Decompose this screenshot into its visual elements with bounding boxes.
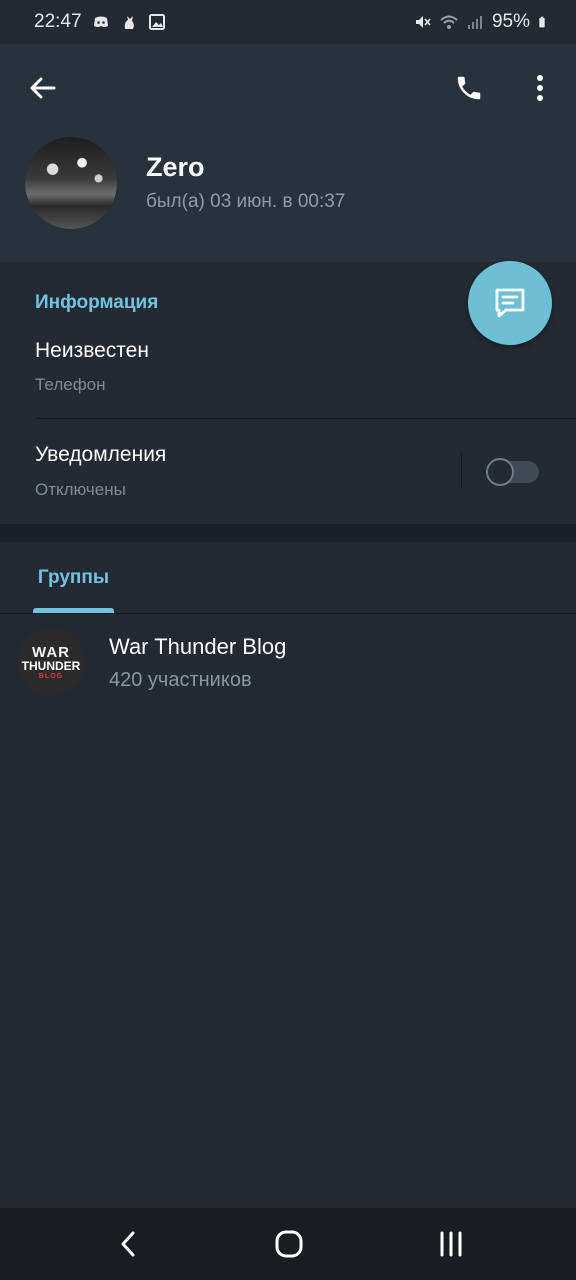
group-avatar: WAR THUNDER BLOG bbox=[17, 628, 85, 696]
navigation-bar bbox=[0, 1208, 576, 1280]
status-left: 22:47 bbox=[34, 11, 166, 33]
phone-icon bbox=[457, 76, 481, 100]
discord-icon bbox=[93, 16, 108, 27]
nav-recents-icon bbox=[440, 1231, 462, 1257]
profile-header: Zero был(а) 03 июн. в 00:37 bbox=[0, 44, 576, 345]
phone-value: Неизвестен bbox=[35, 339, 149, 362]
status-time: 22:47 bbox=[34, 11, 82, 32]
tab-groups[interactable]: Группы bbox=[33, 542, 114, 613]
notifications-title: Уведомления bbox=[35, 443, 167, 466]
wifi-icon bbox=[440, 15, 458, 29]
section-separator bbox=[0, 524, 576, 542]
toggle-knob bbox=[486, 458, 514, 486]
nav-home-button[interactable] bbox=[267, 1222, 311, 1266]
groups-section: Группы WAR THUNDER BLOG War Thunder Blog… bbox=[0, 542, 576, 1208]
arrow-left-icon bbox=[30, 77, 56, 99]
nav-back-icon bbox=[121, 1231, 135, 1257]
battery-icon bbox=[539, 16, 545, 28]
group-logo-line1: WAR bbox=[32, 643, 70, 661]
status-bar: 22:47 95% bbox=[0, 0, 576, 44]
cat-icon bbox=[124, 16, 134, 29]
message-icon bbox=[495, 288, 525, 318]
last-seen-status: был(а) 03 июн. в 00:37 bbox=[146, 191, 346, 212]
status-right: 95% bbox=[414, 11, 550, 33]
image-icon bbox=[148, 14, 165, 30]
notifications-toggle[interactable] bbox=[486, 458, 539, 486]
more-vertical-icon bbox=[537, 75, 543, 101]
signal-icon bbox=[467, 16, 482, 29]
group-list-item[interactable]: WAR THUNDER BLOG War Thunder Blog 420 уч… bbox=[0, 614, 576, 710]
more-options-button[interactable] bbox=[520, 66, 560, 110]
nav-back-button[interactable] bbox=[106, 1222, 150, 1266]
vertical-divider bbox=[461, 453, 462, 489]
phone-label: Телефон bbox=[35, 375, 106, 394]
group-logo-line3: BLOG bbox=[38, 672, 64, 680]
tab-groups-label: Группы bbox=[37, 566, 110, 588]
screen: 22:47 95% Zero был(а) 03 июн. в 00:37 Ин… bbox=[0, 0, 576, 1280]
send-message-button[interactable] bbox=[468, 261, 552, 345]
group-name: War Thunder Blog bbox=[109, 634, 287, 659]
nav-recents-button[interactable] bbox=[429, 1222, 473, 1266]
divider bbox=[35, 418, 576, 419]
info-section-title: Информация bbox=[35, 292, 159, 313]
group-members-count: 420 участников bbox=[109, 669, 252, 691]
back-button[interactable] bbox=[22, 68, 62, 108]
call-button[interactable] bbox=[447, 66, 491, 110]
mute-icon bbox=[415, 16, 431, 28]
group-logo-line2: THUNDER bbox=[21, 658, 81, 673]
user-avatar[interactable] bbox=[25, 137, 117, 229]
battery-percent: 95% bbox=[491, 11, 530, 32]
notifications-status: Отключены bbox=[35, 480, 126, 499]
user-name: Zero bbox=[146, 152, 205, 182]
nav-home-icon bbox=[275, 1230, 303, 1258]
